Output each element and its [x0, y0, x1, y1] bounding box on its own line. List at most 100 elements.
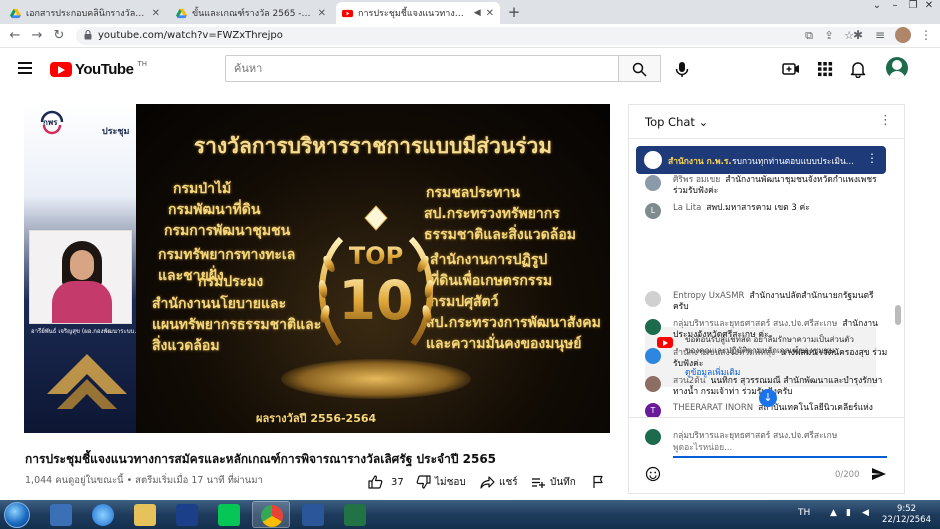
- pinned-options-icon[interactable]: ⋮: [866, 151, 878, 165]
- search-box[interactable]: [225, 55, 619, 82]
- chat-message[interactable]: L La Lita สพป.มหาสารคาม เขต 3 ค่ะ: [645, 203, 890, 219]
- like-button[interactable]: 37: [368, 473, 404, 491]
- reading-list-icon[interactable]: ≡: [872, 27, 888, 43]
- like-count: 37: [391, 476, 404, 488]
- browser-tab[interactable]: เอกสารประกอบคลินิกรางวัล - Google ✕: [4, 2, 166, 24]
- chat-more-options-icon[interactable]: ⋮: [879, 113, 892, 128]
- minimize-window-icon[interactable]: –: [886, 0, 904, 14]
- avatar: [645, 376, 661, 392]
- chat-message[interactable]: ศิริพร อมเขย สำนักงานพัฒนาชุมชนจังหวัดกำแ…: [645, 175, 890, 197]
- tab-title: การประชุมชี้แจงแนวทางการสมัครแ: [358, 9, 469, 19]
- speaker-icon[interactable]: ◀: [474, 8, 481, 18]
- chat-mode-label: Top Chat: [645, 115, 695, 129]
- share-page-icon[interactable]: ⇪: [822, 29, 836, 43]
- windows-start-icon[interactable]: [4, 502, 30, 528]
- save-label: บันทึก: [550, 476, 576, 488]
- back-arrow-icon[interactable]: ←: [6, 27, 24, 45]
- forward-arrow-icon[interactable]: →: [28, 27, 46, 45]
- chat-message[interactable]: สำนักงานขนส่งจังหวัดพัทลุง นางพสมน เจตนัค…: [645, 348, 890, 370]
- word-icon: [302, 504, 324, 526]
- slide-right-item: สป.กระทรวงการพัฒนาสังคม: [426, 315, 601, 331]
- new-tab-button[interactable]: +: [505, 3, 523, 21]
- share-button[interactable]: แชร์: [480, 473, 518, 491]
- slide-left-item: แผนทรัพยากรธรรมชาติและ: [152, 317, 322, 333]
- notifications-bell-icon[interactable]: [849, 60, 867, 78]
- microphone-icon[interactable]: [671, 58, 693, 80]
- close-tab-icon[interactable]: ✕: [152, 8, 160, 19]
- speaker-webcam: [29, 230, 132, 324]
- slide-right-item: และความมั่นคงของมนุษย์: [426, 336, 582, 352]
- search-input[interactable]: [226, 56, 618, 81]
- taskbar-ie[interactable]: [84, 501, 122, 528]
- chat-message[interactable]: Entropy UxASMR สำนักงานปลัดสำนักนายกรัฐมน…: [645, 291, 890, 313]
- youtube-play-logo-icon: [50, 61, 72, 77]
- meeting-label: ประชุม: [102, 127, 130, 137]
- taskbar-explorer[interactable]: [42, 501, 80, 528]
- chat-author: กลุ่มบริหารและยุทธศาสตร์ สนง.ปจ.ศรีสะเกษ: [673, 319, 838, 329]
- network-icon[interactable]: ▮: [846, 508, 851, 518]
- youtube-wordmark: YouTube: [75, 60, 134, 78]
- apps-grid-icon[interactable]: [816, 60, 834, 78]
- emoji-icon[interactable]: [645, 466, 661, 482]
- award-slide: รางวัลการบริหารราชการแบบมีส่วนร่วม กรมป่…: [136, 104, 610, 433]
- pinned-text: รบกวนทุกท่านตอบแบบประเมิน...: [732, 157, 854, 167]
- send-icon[interactable]: [871, 467, 887, 481]
- taskbar-line[interactable]: [210, 501, 248, 528]
- hamburger-menu-icon[interactable]: [18, 62, 32, 74]
- slide-right-item: ที่ดินเพื่อเกษตรกรรม: [430, 273, 553, 289]
- close-tab-icon[interactable]: ✕: [318, 8, 326, 19]
- chat-author: สวน2ต้น: [673, 376, 706, 386]
- taskbar-app[interactable]: [168, 501, 206, 528]
- close-tab-icon[interactable]: ✕: [486, 8, 494, 19]
- save-button[interactable]: บันทึก: [531, 473, 576, 491]
- volume-icon[interactable]: ◀: [862, 508, 869, 518]
- google-drive-icon: [176, 8, 187, 18]
- chat-mode-dropdown[interactable]: Top Chat ⌄: [645, 115, 708, 129]
- report-button[interactable]: [592, 473, 605, 491]
- avatar: [645, 429, 661, 445]
- search-icon: [632, 62, 647, 77]
- browser-tab-active[interactable]: การประชุมชี้แจงแนวทางการสมัครแ ◀ ✕: [336, 2, 500, 24]
- language-indicator[interactable]: TH: [798, 508, 810, 518]
- browser-tab[interactable]: ขั้นและเกณฑ์รางวัล 2565 - Google ไดร ✕: [170, 2, 332, 24]
- dislike-button[interactable]: ไม่ชอบ: [416, 473, 466, 491]
- youtube-logo[interactable]: YouTube TH: [50, 59, 147, 79]
- chat-author: THEERARAT INORN: [673, 403, 754, 413]
- video-meta: 1,044 คนดูอยู่ในขณะนี้ • สตรีมเริ่มเมื่อ…: [25, 475, 263, 486]
- slide-right-item: ธรรมชาติและสิ่งแวดล้อม: [424, 227, 576, 243]
- create-video-icon[interactable]: [782, 60, 800, 78]
- taskbar-word[interactable]: [294, 501, 332, 528]
- avatar: [645, 175, 661, 191]
- install-app-icon[interactable]: ⧉: [802, 29, 816, 43]
- chat-header: Top Chat ⌄ ⋮: [629, 105, 904, 139]
- thumbs-down-icon: [416, 475, 431, 489]
- gold-arrow-decoration-icon: [47, 354, 127, 409]
- tray-expand-icon[interactable]: ▲: [830, 508, 837, 518]
- taskbar-folder[interactable]: [126, 501, 164, 528]
- chat-scrollbar[interactable]: [895, 305, 901, 325]
- slide-left-item: กรมประมง: [198, 274, 264, 290]
- live-chat-panel: Top Chat ⌄ ⋮ สำนักงาน ก.พ.ร. รบกวนทุกท่า…: [628, 104, 905, 494]
- extensions-puzzle-icon[interactable]: ✱: [850, 27, 866, 43]
- url-text: youtube.com/watch?v=FWZxThrejpo: [98, 30, 283, 41]
- chat-input-area: กลุ่มบริหารและยุทธศาสตร์ สนง.ปจ.ศรีสะเกษ…: [629, 417, 904, 493]
- taskbar-chrome[interactable]: [252, 501, 290, 528]
- window-chevron-icon[interactable]: ⌄: [868, 0, 886, 14]
- taskbar-excel[interactable]: [336, 501, 374, 528]
- scroll-down-arrow-icon[interactable]: ↓: [759, 389, 777, 407]
- taskbar-clock[interactable]: 9:52 22/12/2564: [882, 504, 931, 526]
- speaker-caption: อารีย์พันธ์ เจริญสุข (ผอ.กองพัฒนาระบบ...…: [31, 328, 143, 335]
- search-button[interactable]: [619, 55, 661, 82]
- share-arrow-icon: [480, 475, 495, 489]
- address-bar[interactable]: youtube.com/watch?v=FWZxThrejpo ⧉ ⇪ ☆: [76, 27, 908, 45]
- chat-message[interactable]: กลุ่มบริหารและยุทธศาสตร์ สนง.ปจ.ศรีสะเกษ…: [645, 319, 890, 341]
- pinned-message[interactable]: สำนักงาน ก.พ.ร. รบกวนทุกท่านตอบแบบประเมิ…: [636, 146, 886, 174]
- reload-icon[interactable]: ↻: [50, 27, 68, 45]
- lock-icon: [84, 30, 92, 40]
- user-avatar[interactable]: [886, 57, 908, 79]
- chat-message-input[interactable]: [673, 440, 887, 458]
- browser-profile-avatar[interactable]: [895, 27, 911, 43]
- browser-menu-icon[interactable]: ⋮: [918, 27, 934, 43]
- video-player[interactable]: กพร ประชุม อารีย์พันธ์ เจริญสุข (ผอ.กองพ…: [24, 104, 610, 433]
- close-window-icon[interactable]: ✕: [920, 0, 938, 14]
